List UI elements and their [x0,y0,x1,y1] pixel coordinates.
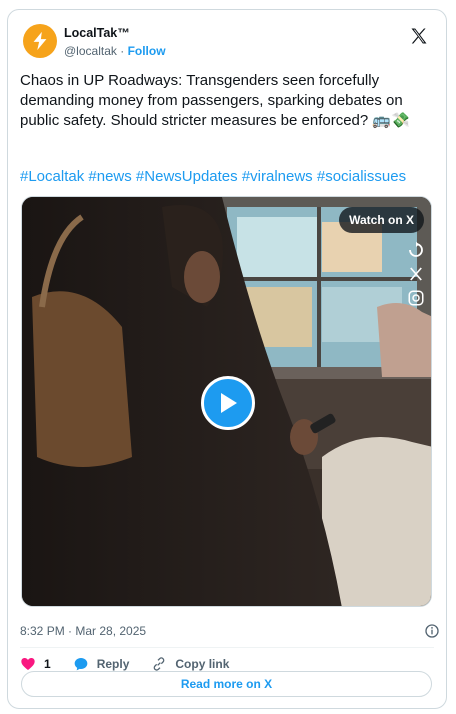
author-name[interactable]: LocalTak™ [64,25,166,41]
hashtag-link[interactable]: #NewsUpdates [136,168,238,185]
video-thumbnail[interactable]: Watch on X [21,196,432,607]
handle-row: @localtak · Follow [64,43,166,59]
author-block: LocalTak™ @localtak · Follow [64,25,166,59]
watch-on-x-button[interactable]: Watch on X [339,207,424,233]
play-icon [221,393,237,413]
read-more-button[interactable]: Read more on X [21,671,432,697]
reply-label: Reply [96,657,130,671]
rotate-icon[interactable] [407,241,425,259]
hashtag-link[interactable]: #viralnews [242,168,313,185]
author-handle[interactable]: @localtak [64,44,117,58]
hashtag-link[interactable]: #Localtak [20,168,84,185]
avatar[interactable] [23,24,57,58]
follow-button[interactable]: Follow [128,44,166,58]
divider [20,647,434,648]
info-icon[interactable] [424,623,440,639]
tweet-text: Chaos in UP Roadways: Transgenders seen … [20,72,410,129]
x-logo-icon[interactable] [409,26,429,46]
tweet-header: LocalTak™ @localtak · Follow [23,24,431,60]
separator-dot: · [120,44,125,58]
tweet-card: LocalTak™ @localtak · Follow Chaos in UP… [7,9,447,709]
hashtag-link[interactable]: #news [88,168,131,185]
link-icon [154,657,165,671]
like-count: 1 [44,657,51,671]
hashtag-link[interactable]: #socialissues [317,168,406,185]
copy-link-button[interactable]: Copy link [151,656,229,672]
instagram-icon[interactable] [407,289,425,307]
hashtag-list: #Localtak #news #NewsUpdates #viralnews … [20,167,440,187]
timestamp[interactable]: 8:32 PM · Mar 28, 2025 [20,624,146,638]
copy-link-label: Copy link [175,657,230,671]
reply-bubble-icon [74,658,88,671]
reply-button[interactable]: Reply [73,656,130,672]
cut-icon[interactable] [407,265,425,283]
heart-icon [21,658,35,670]
tweet-meta: 8:32 PM · Mar 28, 2025 [20,622,440,640]
play-button[interactable] [201,376,255,430]
like-button[interactable]: 1 [20,656,51,672]
lightning-logo-icon [33,31,47,51]
